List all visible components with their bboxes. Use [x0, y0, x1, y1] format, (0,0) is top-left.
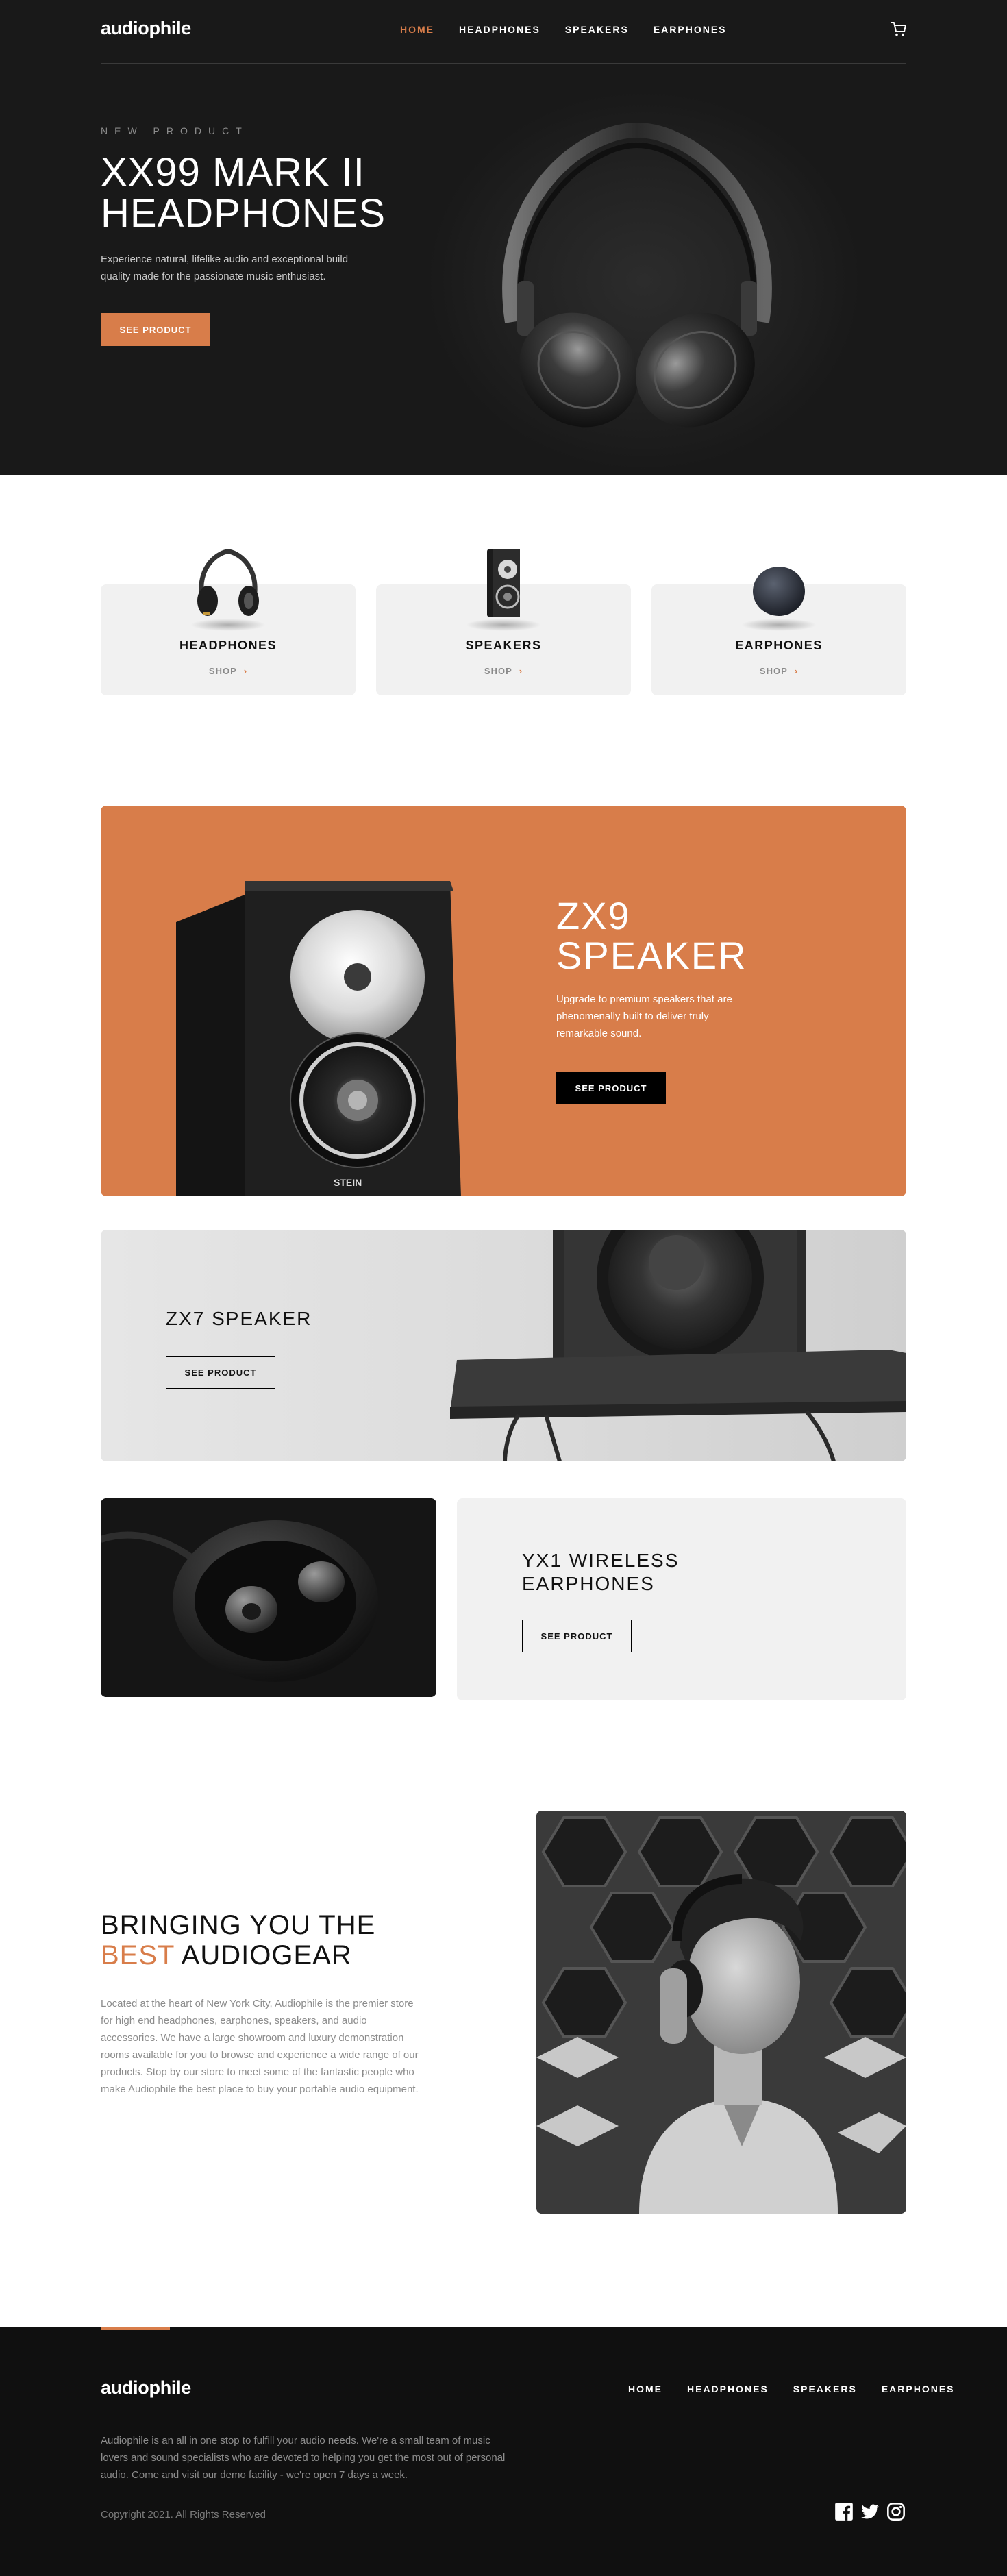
about-title-accent: BEST	[101, 1940, 175, 1970]
category-headphones-image	[197, 549, 259, 616]
footer-nav-home[interactable]: HOME	[628, 2383, 662, 2394]
footer-accent-bar	[101, 2327, 170, 2330]
category-title-earphones: EARPHONES	[735, 639, 823, 652]
hero-title-line1: XX99 MARK II	[101, 150, 365, 195]
category-earphones-image	[753, 567, 805, 616]
yx1-title-line1: YX1 WIRELESS	[522, 1550, 680, 1571]
header-divider	[101, 63, 906, 64]
chevron-right-icon: ›	[519, 666, 523, 676]
hero-title: XX99 MARK II HEADPHONES	[101, 152, 457, 234]
category-card-headphones[interactable]: HEADPHONES SHOP ›	[101, 549, 356, 695]
category-shop-link[interactable]: SHOP ›	[101, 666, 356, 676]
cart-icon[interactable]	[891, 21, 907, 37]
footer-nav-speakers[interactable]: SPEAKERS	[793, 2383, 857, 2394]
zx7-see-product-button[interactable]: SEE PRODUCT	[166, 1356, 275, 1389]
hero-description: Experience natural, lifelike audio and e…	[101, 253, 349, 282]
footer-nav-headphones[interactable]: HEADPHONES	[687, 2383, 769, 2394]
zx9-speaker-image: STEIN	[176, 881, 461, 1196]
category-speakers-image	[487, 549, 520, 617]
yx1-title: YX1 WIRELESS EARPHONES	[522, 1549, 679, 1596]
nav-speakers[interactable]: SPEAKERS	[565, 24, 629, 35]
nav-home[interactable]: HOME	[400, 24, 434, 35]
zx7-promo: ZX7 SPEAKER SEE PRODUCT	[101, 1230, 906, 1461]
footer: audiophile HOME HEADPHONES SPEAKERS EARP…	[0, 2327, 1007, 2576]
hero-overline: NEW PRODUCT	[101, 125, 249, 136]
category-title-headphones: HEADPHONES	[179, 639, 277, 652]
about-title: BRINGING YOU THE BEST AUDIOGEAR	[101, 1910, 430, 1970]
facebook-icon[interactable]	[834, 2502, 854, 2521]
main-nav: HOME HEADPHONES SPEAKERS EARPHONES	[400, 24, 727, 35]
shop-label: SHOP	[759, 666, 788, 676]
zx9-title-line2: SPEAKER	[556, 934, 747, 977]
yx1-promo-card: YX1 WIRELESS EARPHONES SEE PRODUCT	[457, 1498, 906, 1700]
about-body: Located at the heart of New York City, A…	[101, 1998, 419, 2095]
category-card-speakers[interactable]: SPEAKERS SHOP ›	[376, 549, 631, 695]
zx9-title-line1: ZX9	[556, 894, 631, 937]
zx9-brand-mark: STEIN	[334, 1177, 362, 1188]
chevron-right-icon: ›	[794, 666, 799, 676]
zx7-title: ZX7 SPEAKER	[166, 1308, 312, 1329]
hero-see-product-button[interactable]: SEE PRODUCT	[101, 313, 210, 346]
footer-description: Audiophile is an all in one stop to fulf…	[101, 2435, 506, 2481]
category-shop-link[interactable]: SHOP ›	[651, 666, 906, 676]
category-shop-link[interactable]: SHOP ›	[376, 666, 631, 676]
zx9-see-product-button[interactable]: SEE PRODUCT	[556, 1072, 666, 1104]
yx1-earphones-image	[101, 1498, 436, 1697]
zx9-description: Upgrade to premium speakers that are phe…	[556, 993, 732, 1039]
yx1-title-line2: EARPHONES	[522, 1573, 655, 1594]
instagram-icon[interactable]	[886, 2502, 906, 2521]
yx1-see-product-button[interactable]: SEE PRODUCT	[522, 1620, 632, 1652]
yx1-image	[101, 1498, 436, 1697]
chevron-right-icon: ›	[243, 666, 248, 676]
hero-headphones-image	[502, 122, 772, 428]
hero-section: audiophile HOME HEADPHONES SPEAKERS EARP…	[0, 0, 1007, 475]
twitter-icon[interactable]	[860, 2502, 880, 2521]
footer-nav-earphones[interactable]: EARPHONES	[882, 2383, 955, 2394]
hero-title-line2: HEADPHONES	[101, 191, 386, 236]
shop-label: SHOP	[208, 666, 237, 676]
about-photo	[536, 1811, 906, 2214]
nav-earphones[interactable]: EARPHONES	[654, 24, 727, 35]
category-title-speakers: SPEAKERS	[465, 639, 542, 652]
footer-logo[interactable]: audiophile	[101, 2377, 191, 2399]
about-title-rest: AUDIOGEAR	[174, 1940, 352, 1970]
logo[interactable]: audiophile	[101, 18, 191, 39]
about-title-line1: BRINGING YOU THE	[101, 1910, 376, 1940]
shop-label: SHOP	[484, 666, 512, 676]
zx9-promo: STEIN ZX9 SPEAKER Upgrade to premium spe…	[101, 806, 906, 1196]
about-man-with-headphones-image	[536, 1811, 906, 2214]
footer-nav: HOME HEADPHONES SPEAKERS EARPHONES	[628, 2383, 955, 2394]
nav-headphones[interactable]: HEADPHONES	[459, 24, 540, 35]
zx9-title: ZX9 SPEAKER	[556, 896, 747, 976]
zx7-speaker-image	[450, 1230, 906, 1461]
footer-copyright: Copyright 2021. All Rights Reserved	[101, 2509, 266, 2521]
category-card-earphones[interactable]: EARPHONES SHOP ›	[651, 567, 906, 695]
